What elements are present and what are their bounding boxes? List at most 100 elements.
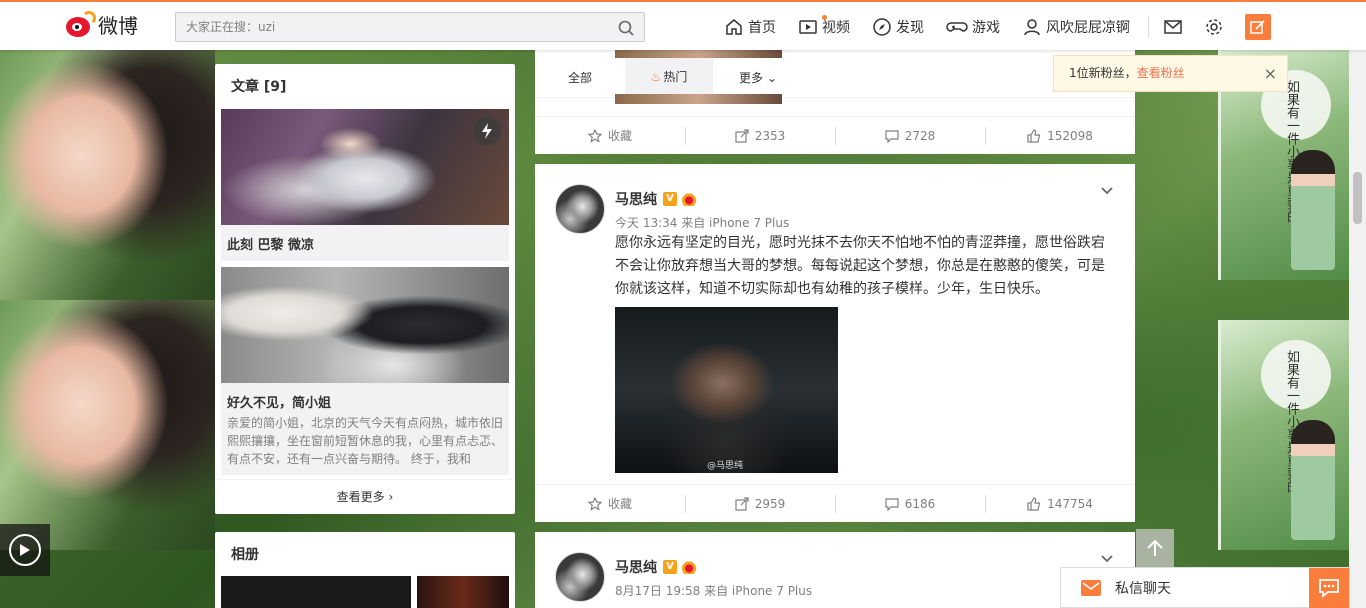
lightning-icon xyxy=(473,117,501,145)
share-icon xyxy=(735,496,749,511)
album-photo[interactable] xyxy=(221,576,411,608)
mail-icon xyxy=(1081,579,1101,596)
articles-card: 文章 [9] 此刻 巴黎 微凉 好久不见，简小姐 亲爱的简小姐，北京的天气今天有… xyxy=(215,64,515,514)
compass-icon xyxy=(873,18,891,36)
thumbs-up-icon xyxy=(1027,128,1041,143)
star-icon xyxy=(587,128,602,143)
like-button[interactable]: 152098 xyxy=(985,117,1135,154)
image-watermark: @马思纯 xyxy=(707,461,744,471)
articles-title: 文章 [9] xyxy=(231,79,287,95)
fire-icon: ♨ xyxy=(650,70,662,84)
scrollbar-thumb[interactable] xyxy=(1353,172,1362,224)
article-title: 好久不见，简小姐 xyxy=(227,396,332,411)
tab-more[interactable]: 更多 ⌄ xyxy=(713,58,803,98)
chat-bubble-icon xyxy=(1319,579,1339,598)
album-photo[interactable] xyxy=(417,576,509,608)
view-more-link[interactable]: 查看更多 › xyxy=(215,479,515,514)
gamepad-icon xyxy=(946,22,968,32)
collect-button[interactable]: 收藏 xyxy=(535,117,685,154)
new-follower-notice: 1位新粉丝，查看粉丝 × xyxy=(1053,55,1288,92)
post-author[interactable]: 马思纯 V xyxy=(615,557,697,577)
nav-home[interactable]: 首页 xyxy=(724,17,776,37)
chevron-down-icon[interactable] xyxy=(1099,550,1115,566)
avatar[interactable] xyxy=(555,552,605,602)
post-actions: 收藏 2959 6186 147754 xyxy=(535,484,1135,522)
repost-button[interactable]: 2353 xyxy=(685,117,835,154)
weibo-eye-icon xyxy=(64,10,96,39)
album-title: 相册 xyxy=(231,547,259,563)
share-icon xyxy=(735,128,749,143)
nav-video-label: 视频 xyxy=(822,20,850,36)
collect-button[interactable]: 收藏 xyxy=(535,485,685,522)
previous-post-image xyxy=(615,94,782,104)
chat-label: 私信聊天 xyxy=(1115,580,1171,597)
star-icon xyxy=(587,496,602,511)
user-icon xyxy=(1024,19,1040,36)
private-chat-bar[interactable]: 私信聊天 xyxy=(1060,567,1350,608)
article-image xyxy=(221,109,509,225)
settings-button[interactable] xyxy=(1204,17,1224,37)
avatar[interactable] xyxy=(555,184,605,234)
background-book-cover: 如果有一件小事是重要的 xyxy=(1218,320,1366,550)
comment-button[interactable]: 2728 xyxy=(835,117,985,154)
article-item[interactable]: 此刻 巴黎 微凉 xyxy=(221,109,509,261)
comment-icon xyxy=(885,497,899,511)
home-icon xyxy=(726,19,742,35)
close-icon[interactable]: × xyxy=(1264,56,1277,91)
comment-button[interactable]: 6186 xyxy=(835,485,985,522)
compose-button[interactable] xyxy=(1245,14,1271,40)
back-to-top-button[interactable] xyxy=(1136,529,1174,567)
music-play-button[interactable] xyxy=(0,524,50,576)
nav-profile[interactable]: 风吹屁屁凉锕 xyxy=(1022,17,1130,37)
nav-video-dot xyxy=(822,15,827,20)
nav-discover-label: 发现 xyxy=(896,20,924,36)
chevron-down-icon[interactable] xyxy=(1099,182,1115,198)
search-icon[interactable] xyxy=(618,20,634,36)
post-video-thumbnail[interactable]: @马思纯 xyxy=(615,307,838,473)
verified-badge-icon: V xyxy=(663,560,677,574)
video-icon xyxy=(799,20,817,34)
feed-post: 马思纯 V 今天 13:34 来自 iPhone 7 Plus 愿你永远有坚定的… xyxy=(535,164,1135,522)
post-text: 愿你永远有坚定的目光，愿时光抹不去你天不怕地不怕的青涩莽撞，愿世俗跌宕不会让你放… xyxy=(615,235,1105,297)
nav-profile-label: 风吹屁屁凉锕 xyxy=(1046,20,1130,36)
play-icon xyxy=(20,544,30,556)
gear-icon xyxy=(1206,19,1222,35)
arrow-up-icon xyxy=(1147,539,1163,556)
comment-icon xyxy=(885,129,899,143)
messages-button[interactable] xyxy=(1163,17,1183,37)
vip-crown-icon xyxy=(681,560,697,574)
edit-icon xyxy=(1250,20,1265,34)
chat-bubble-button[interactable] xyxy=(1309,568,1349,608)
nav-game[interactable]: 游戏 xyxy=(946,17,1000,37)
feed-tabs-card: 全部 ♨ 热门 更多 ⌄ 收藏 2353 2728 152098 xyxy=(535,50,1135,154)
weibo-logo[interactable]: 微博 xyxy=(64,10,138,39)
post-author[interactable]: 马思纯 V xyxy=(615,189,697,209)
nav-discover[interactable]: 发现 xyxy=(872,17,924,37)
article-item[interactable]: 好久不见，简小姐 亲爱的简小姐，北京的天气今天有点闷热，城市依旧熙熙攘攘，坐在窗… xyxy=(221,267,509,475)
search-box xyxy=(175,12,645,42)
page-scrollbar[interactable] xyxy=(1349,50,1366,608)
tab-all[interactable]: 全部 xyxy=(535,58,625,98)
verified-badge-icon: V xyxy=(663,192,677,206)
chevron-right-icon: › xyxy=(388,490,394,504)
post-actions: 收藏 2353 2728 152098 xyxy=(535,116,1135,154)
nav-game-label: 游戏 xyxy=(972,20,1000,36)
mail-icon xyxy=(1164,20,1182,34)
post-meta: 今天 13:34 来自 iPhone 7 Plus xyxy=(615,216,790,230)
search-input[interactable] xyxy=(176,13,606,41)
feed-tabs: 全部 ♨ 热门 更多 ⌄ xyxy=(535,58,1135,98)
chevron-down-icon: ⌄ xyxy=(766,71,778,85)
repost-button[interactable]: 2959 xyxy=(685,485,835,522)
like-button[interactable]: 147754 xyxy=(985,485,1135,522)
tab-hot[interactable]: ♨ 热门 xyxy=(625,58,713,98)
thumbs-up-icon xyxy=(1027,496,1041,511)
feed-post: 马思纯 V 8月17日 19:58 来自 iPhone 7 Plus xyxy=(535,532,1135,608)
view-followers-link[interactable]: 查看粉丝 xyxy=(1137,66,1185,80)
main-nav: 首页 视频 发现 游戏 风吹屁屁凉锕 xyxy=(724,2,1271,52)
top-navigation-bar: 微博 首页 视频 发现 游戏 风吹屁屁凉锕 xyxy=(0,0,1366,50)
post-meta: 8月17日 19:58 来自 iPhone 7 Plus xyxy=(615,584,813,598)
nav-video[interactable]: 视频 xyxy=(798,15,850,37)
article-summary: 亲爱的简小姐，北京的天气今天有点闷热，城市依旧熙熙攘攘，坐在窗前短暂休息的我，心… xyxy=(227,416,504,466)
vip-crown-icon xyxy=(681,192,697,206)
nav-divider xyxy=(1148,16,1149,38)
